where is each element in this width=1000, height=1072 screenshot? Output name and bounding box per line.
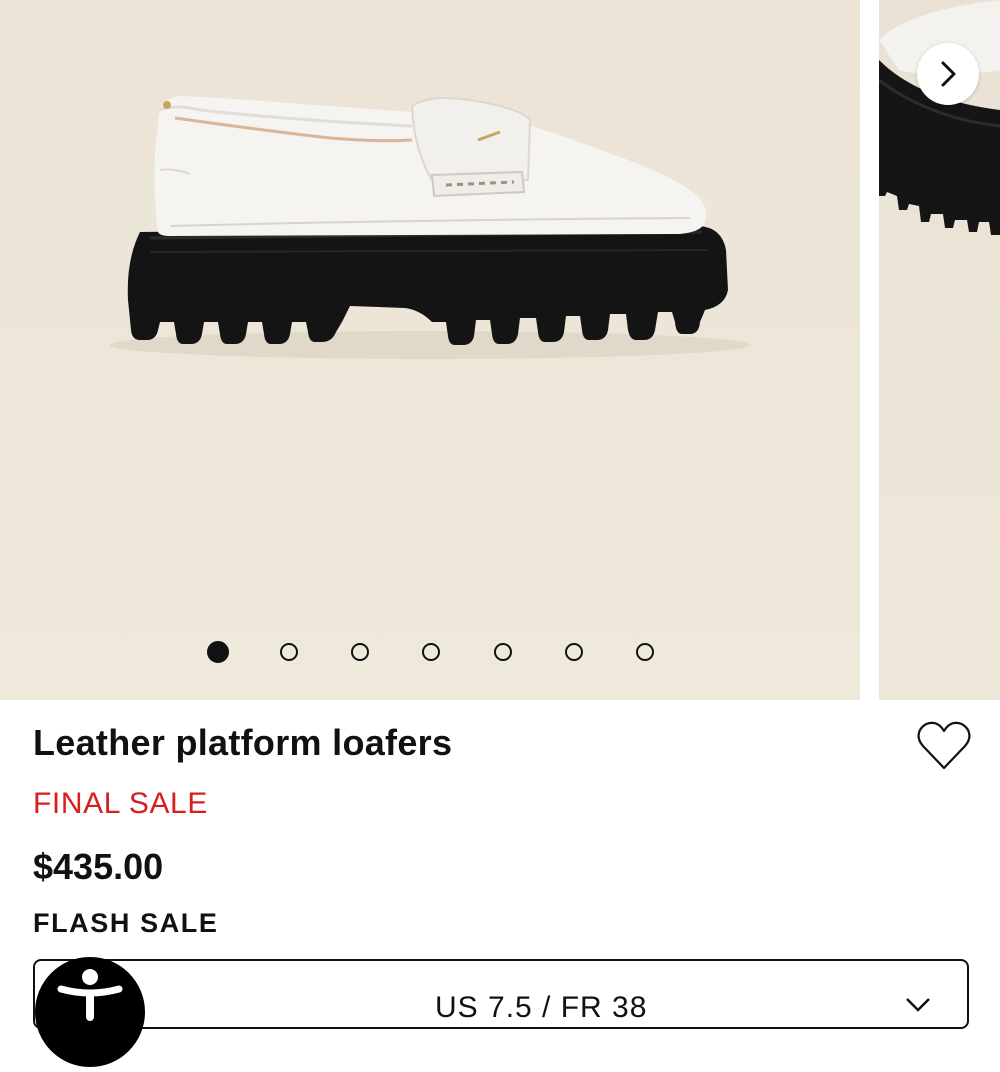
loafer-closeup-image <box>879 0 1000 235</box>
loafer-image <box>110 96 750 359</box>
gallery-dot-4[interactable] <box>422 643 440 661</box>
accessibility-person-icon <box>57 969 123 1021</box>
flash-sale-label: FLASH SALE <box>33 908 219 938</box>
gallery-dot-5[interactable] <box>494 643 512 661</box>
gallery-dot-2[interactable] <box>280 643 298 661</box>
gallery-dot-3[interactable] <box>351 643 369 661</box>
size-selector[interactable]: US 7.5 / FR 38 <box>33 959 969 1029</box>
final-sale-badge: FINAL SALE <box>33 787 208 820</box>
product-image-next-preview[interactable] <box>879 0 1000 700</box>
gallery-dot-7[interactable] <box>636 643 654 661</box>
product-title: Leather platform loafers <box>33 722 453 763</box>
gallery-next-button[interactable] <box>917 43 979 105</box>
gallery-dot-6[interactable] <box>565 643 583 661</box>
product-price: $435.00 <box>33 846 164 887</box>
chevron-right-icon <box>941 61 956 87</box>
gallery-dot-1[interactable] <box>207 641 229 663</box>
product-image-gallery[interactable] <box>0 0 1000 700</box>
chevron-down-icon <box>906 998 930 1012</box>
size-selected-value: US 7.5 / FR 38 <box>435 991 648 1024</box>
gallery-pagination <box>0 641 860 669</box>
product-image-main[interactable] <box>0 0 860 700</box>
add-to-wishlist-button[interactable] <box>916 718 972 774</box>
accessibility-button[interactable] <box>35 957 145 1067</box>
heart-outline-icon <box>917 721 971 770</box>
